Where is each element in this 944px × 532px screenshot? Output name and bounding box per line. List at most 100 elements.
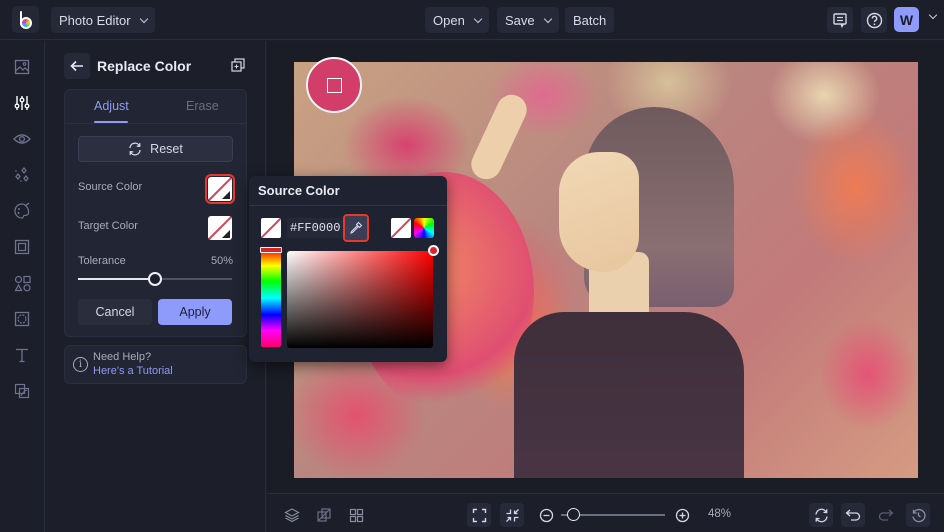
eyedropper-icon xyxy=(350,221,363,234)
comment-icon xyxy=(833,13,847,28)
undo-icon xyxy=(845,509,861,521)
frame-icon xyxy=(14,239,30,255)
redo-button[interactable] xyxy=(874,503,898,527)
hue-slider-handle[interactable] xyxy=(260,247,282,253)
color-picker-popover: Source Color #FF0000 xyxy=(249,176,447,362)
photo-face xyxy=(559,152,639,272)
hue-slider[interactable] xyxy=(261,249,281,347)
tolerance-slider-thumb[interactable] xyxy=(148,272,162,286)
source-color-swatch[interactable] xyxy=(205,174,235,204)
rail-item-textures[interactable] xyxy=(13,382,31,400)
zoom-level: 48% xyxy=(708,508,732,520)
tutorial-link[interactable]: Here's a Tutorial xyxy=(93,365,173,377)
tool-rail xyxy=(0,41,45,532)
source-color-label: Source Color xyxy=(78,181,143,193)
zoom-slider[interactable] xyxy=(561,508,665,521)
tolerance-label: Tolerance xyxy=(78,255,126,267)
save-button[interactable]: Save xyxy=(497,7,559,33)
rail-item-graphics[interactable] xyxy=(13,274,31,292)
arrow-left-icon xyxy=(70,60,83,72)
logo-icon xyxy=(19,10,33,29)
saturation-brightness-handle[interactable] xyxy=(428,245,439,256)
hex-input[interactable]: #FF0000 xyxy=(287,218,343,238)
minus-circle-icon xyxy=(539,508,553,522)
chevron-down-icon xyxy=(473,14,483,23)
no-color-slash xyxy=(261,218,281,238)
shapes-icon xyxy=(13,275,31,291)
tolerance-value: 50% xyxy=(211,255,234,267)
rail-item-artsy[interactable] xyxy=(13,202,31,220)
duplicate-button[interactable] xyxy=(231,58,245,77)
stop-icon xyxy=(326,77,342,93)
chevron-down-icon[interactable] xyxy=(928,10,938,20)
panel-title: Replace Color xyxy=(97,58,192,74)
rail-item-effects[interactable] xyxy=(13,166,31,184)
target-color-swatch[interactable] xyxy=(208,216,232,240)
rail-item-adjustments[interactable] xyxy=(13,94,31,112)
rail-item-frames[interactable] xyxy=(13,238,31,256)
back-button[interactable] xyxy=(64,53,90,79)
batch-button[interactable]: Batch xyxy=(565,7,615,33)
text-icon xyxy=(16,348,28,363)
palette-icon xyxy=(14,202,30,219)
history-icon xyxy=(911,508,926,522)
feedback-button[interactable] xyxy=(827,7,853,33)
tolerance-slider-fill xyxy=(78,278,155,280)
spectrum-button[interactable] xyxy=(414,218,434,238)
open-label: Open xyxy=(433,12,465,28)
reset-button[interactable]: Reset xyxy=(78,136,233,162)
open-button[interactable]: Open xyxy=(425,7,489,33)
image-icon xyxy=(14,59,30,75)
reset-label: Reset xyxy=(150,142,183,156)
bottom-toolbar: 48% xyxy=(267,493,944,532)
undo-button[interactable] xyxy=(841,503,865,527)
rail-item-overlays[interactable] xyxy=(13,310,31,328)
compare-button[interactable] xyxy=(312,503,336,527)
help-card: i Need Help? Here's a Tutorial xyxy=(64,345,247,384)
tab-divider xyxy=(65,123,246,124)
help-circle-icon xyxy=(866,12,882,28)
eyedropper-button[interactable] xyxy=(343,214,369,242)
layers-button[interactable] xyxy=(280,503,304,527)
reset-view-button[interactable] xyxy=(809,503,833,527)
app-menu-button[interactable]: Photo Editor xyxy=(51,7,155,33)
apply-button[interactable]: Apply xyxy=(158,299,232,325)
tab-erase[interactable]: Erase xyxy=(186,99,219,113)
no-color-option[interactable] xyxy=(391,218,411,238)
current-color-swatch[interactable] xyxy=(261,218,281,238)
zoom-out-button[interactable] xyxy=(534,503,558,527)
photo-arm xyxy=(466,89,532,185)
layers-icon xyxy=(284,508,300,523)
zoom-slider-thumb[interactable] xyxy=(567,508,581,521)
app-logo[interactable] xyxy=(12,6,39,33)
stop-selection-button[interactable] xyxy=(306,57,362,113)
target-color-label: Target Color xyxy=(78,220,138,232)
info-icon: i xyxy=(73,357,88,372)
zoom-in-button[interactable] xyxy=(670,503,694,527)
overlay-icon xyxy=(14,311,30,327)
actual-size-button[interactable] xyxy=(500,503,524,527)
plus-circle-icon xyxy=(675,508,689,522)
user-avatar[interactable]: W xyxy=(894,7,919,32)
chevron-down-icon xyxy=(543,14,552,23)
cancel-button[interactable]: Cancel xyxy=(78,299,152,325)
photo-dress xyxy=(514,312,744,478)
refresh-icon xyxy=(814,508,828,522)
saturation-brightness-area[interactable] xyxy=(287,251,433,348)
fit-screen-button[interactable] xyxy=(467,503,491,527)
rail-item-text[interactable] xyxy=(13,346,31,364)
history-button[interactable] xyxy=(906,503,930,527)
tab-adjust[interactable]: Adjust xyxy=(94,99,129,113)
redo-icon xyxy=(878,509,894,521)
grid-button[interactable] xyxy=(344,503,368,527)
replace-color-panel: Replace Color Adjust Erase Reset Source … xyxy=(46,41,266,532)
batch-label: Batch xyxy=(573,12,607,28)
tolerance-slider[interactable] xyxy=(78,272,232,286)
help-button[interactable] xyxy=(861,7,887,33)
rail-item-eye[interactable] xyxy=(13,130,31,148)
sliders-icon xyxy=(14,96,30,110)
app-menu-label: Photo Editor xyxy=(59,12,131,28)
refresh-icon xyxy=(129,142,141,156)
help-question: Need Help? xyxy=(93,351,152,363)
rail-item-image[interactable] xyxy=(13,58,31,76)
